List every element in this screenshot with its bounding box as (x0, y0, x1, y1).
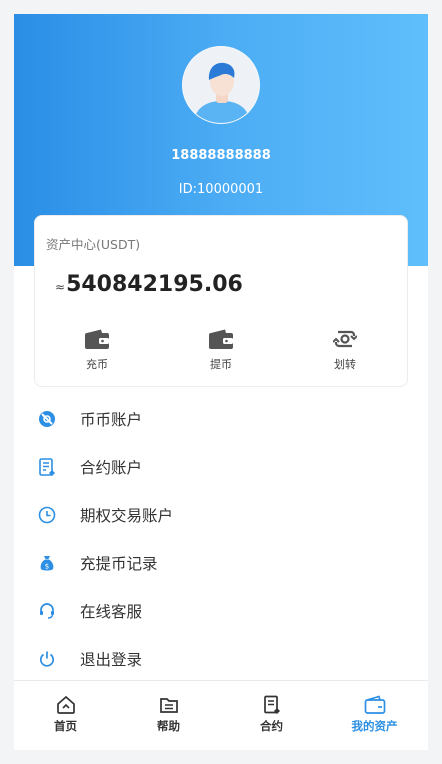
asset-total: ≈540842195.06 (55, 272, 243, 297)
account-menu: 币币账户 合约账户 期权交易账户 $ 充提币记录 在线客服 退出登录 (14, 394, 428, 682)
asset-amount-value: 540842195.06 (66, 272, 243, 297)
tab-my-assets[interactable]: 我的资产 (323, 681, 426, 750)
menu-label: 退出登录 (80, 651, 143, 669)
menu-item-options-account[interactable]: 期权交易账户 (14, 490, 428, 538)
withdraw-label: 提币 (210, 358, 232, 371)
transfer-button[interactable]: 划转 (305, 328, 385, 380)
menu-item-deposit-withdraw-records[interactable]: $ 充提币记录 (14, 538, 428, 586)
menu-item-online-support[interactable]: 在线客服 (14, 586, 428, 634)
power-icon (39, 651, 55, 667)
transfer-label: 划转 (334, 358, 356, 371)
asset-card: 资产中心(USDT) ≈540842195.06 充币 提币 划转 (34, 215, 408, 387)
menu-item-logout[interactable]: 退出登录 (14, 634, 428, 682)
wallet-icon (209, 329, 233, 349)
menu-item-spot-account[interactable]: 币币账户 (14, 394, 428, 442)
deposit-label: 充币 (86, 358, 108, 371)
clock-icon (38, 506, 56, 524)
withdraw-button[interactable]: 提币 (181, 328, 261, 380)
bottom-tab-bar: 首页 帮助 合约 我的资产 (14, 680, 428, 750)
tab-contract[interactable]: 合约 (220, 681, 323, 750)
avatar[interactable] (182, 46, 260, 124)
tab-label: 合约 (260, 719, 283, 733)
deposit-button[interactable]: 充币 (57, 328, 137, 380)
user-avatar-icon (183, 47, 259, 123)
tab-label: 首页 (54, 719, 77, 733)
tab-home[interactable]: 首页 (14, 681, 117, 750)
contract-doc-icon (39, 458, 55, 476)
menu-label: 在线客服 (80, 603, 143, 621)
tab-label: 帮助 (157, 719, 180, 733)
user-id: ID:10000001 (178, 182, 264, 197)
asset-actions: 充币 提币 划转 (35, 328, 409, 380)
menu-item-contract-account[interactable]: 合约账户 (14, 442, 428, 490)
wallet-icon (85, 329, 109, 349)
tab-help[interactable]: 帮助 (117, 681, 220, 750)
coin-account-icon (39, 411, 55, 427)
money-bag-icon: $ (40, 556, 54, 571)
menu-label: 币币账户 (80, 411, 143, 429)
contract-icon (263, 695, 280, 714)
home-icon (56, 695, 75, 714)
menu-label: 合约账户 (80, 459, 143, 477)
asset-card-title: 资产中心(USDT) (46, 237, 141, 252)
transfer-icon (333, 330, 357, 348)
tab-label: 我的资产 (351, 719, 398, 733)
app-screen: 18888888888 ID:10000001 资产中心(USDT) ≈5408… (14, 14, 428, 750)
menu-label: 充提币记录 (80, 555, 158, 573)
username: 18888888888 (171, 148, 271, 163)
headset-icon (40, 603, 54, 619)
menu-label: 期权交易账户 (80, 507, 174, 525)
help-folder-icon (159, 698, 178, 713)
svg-text:$: $ (45, 563, 49, 571)
wallet-icon (364, 695, 385, 714)
approx-symbol: ≈ (55, 280, 66, 294)
